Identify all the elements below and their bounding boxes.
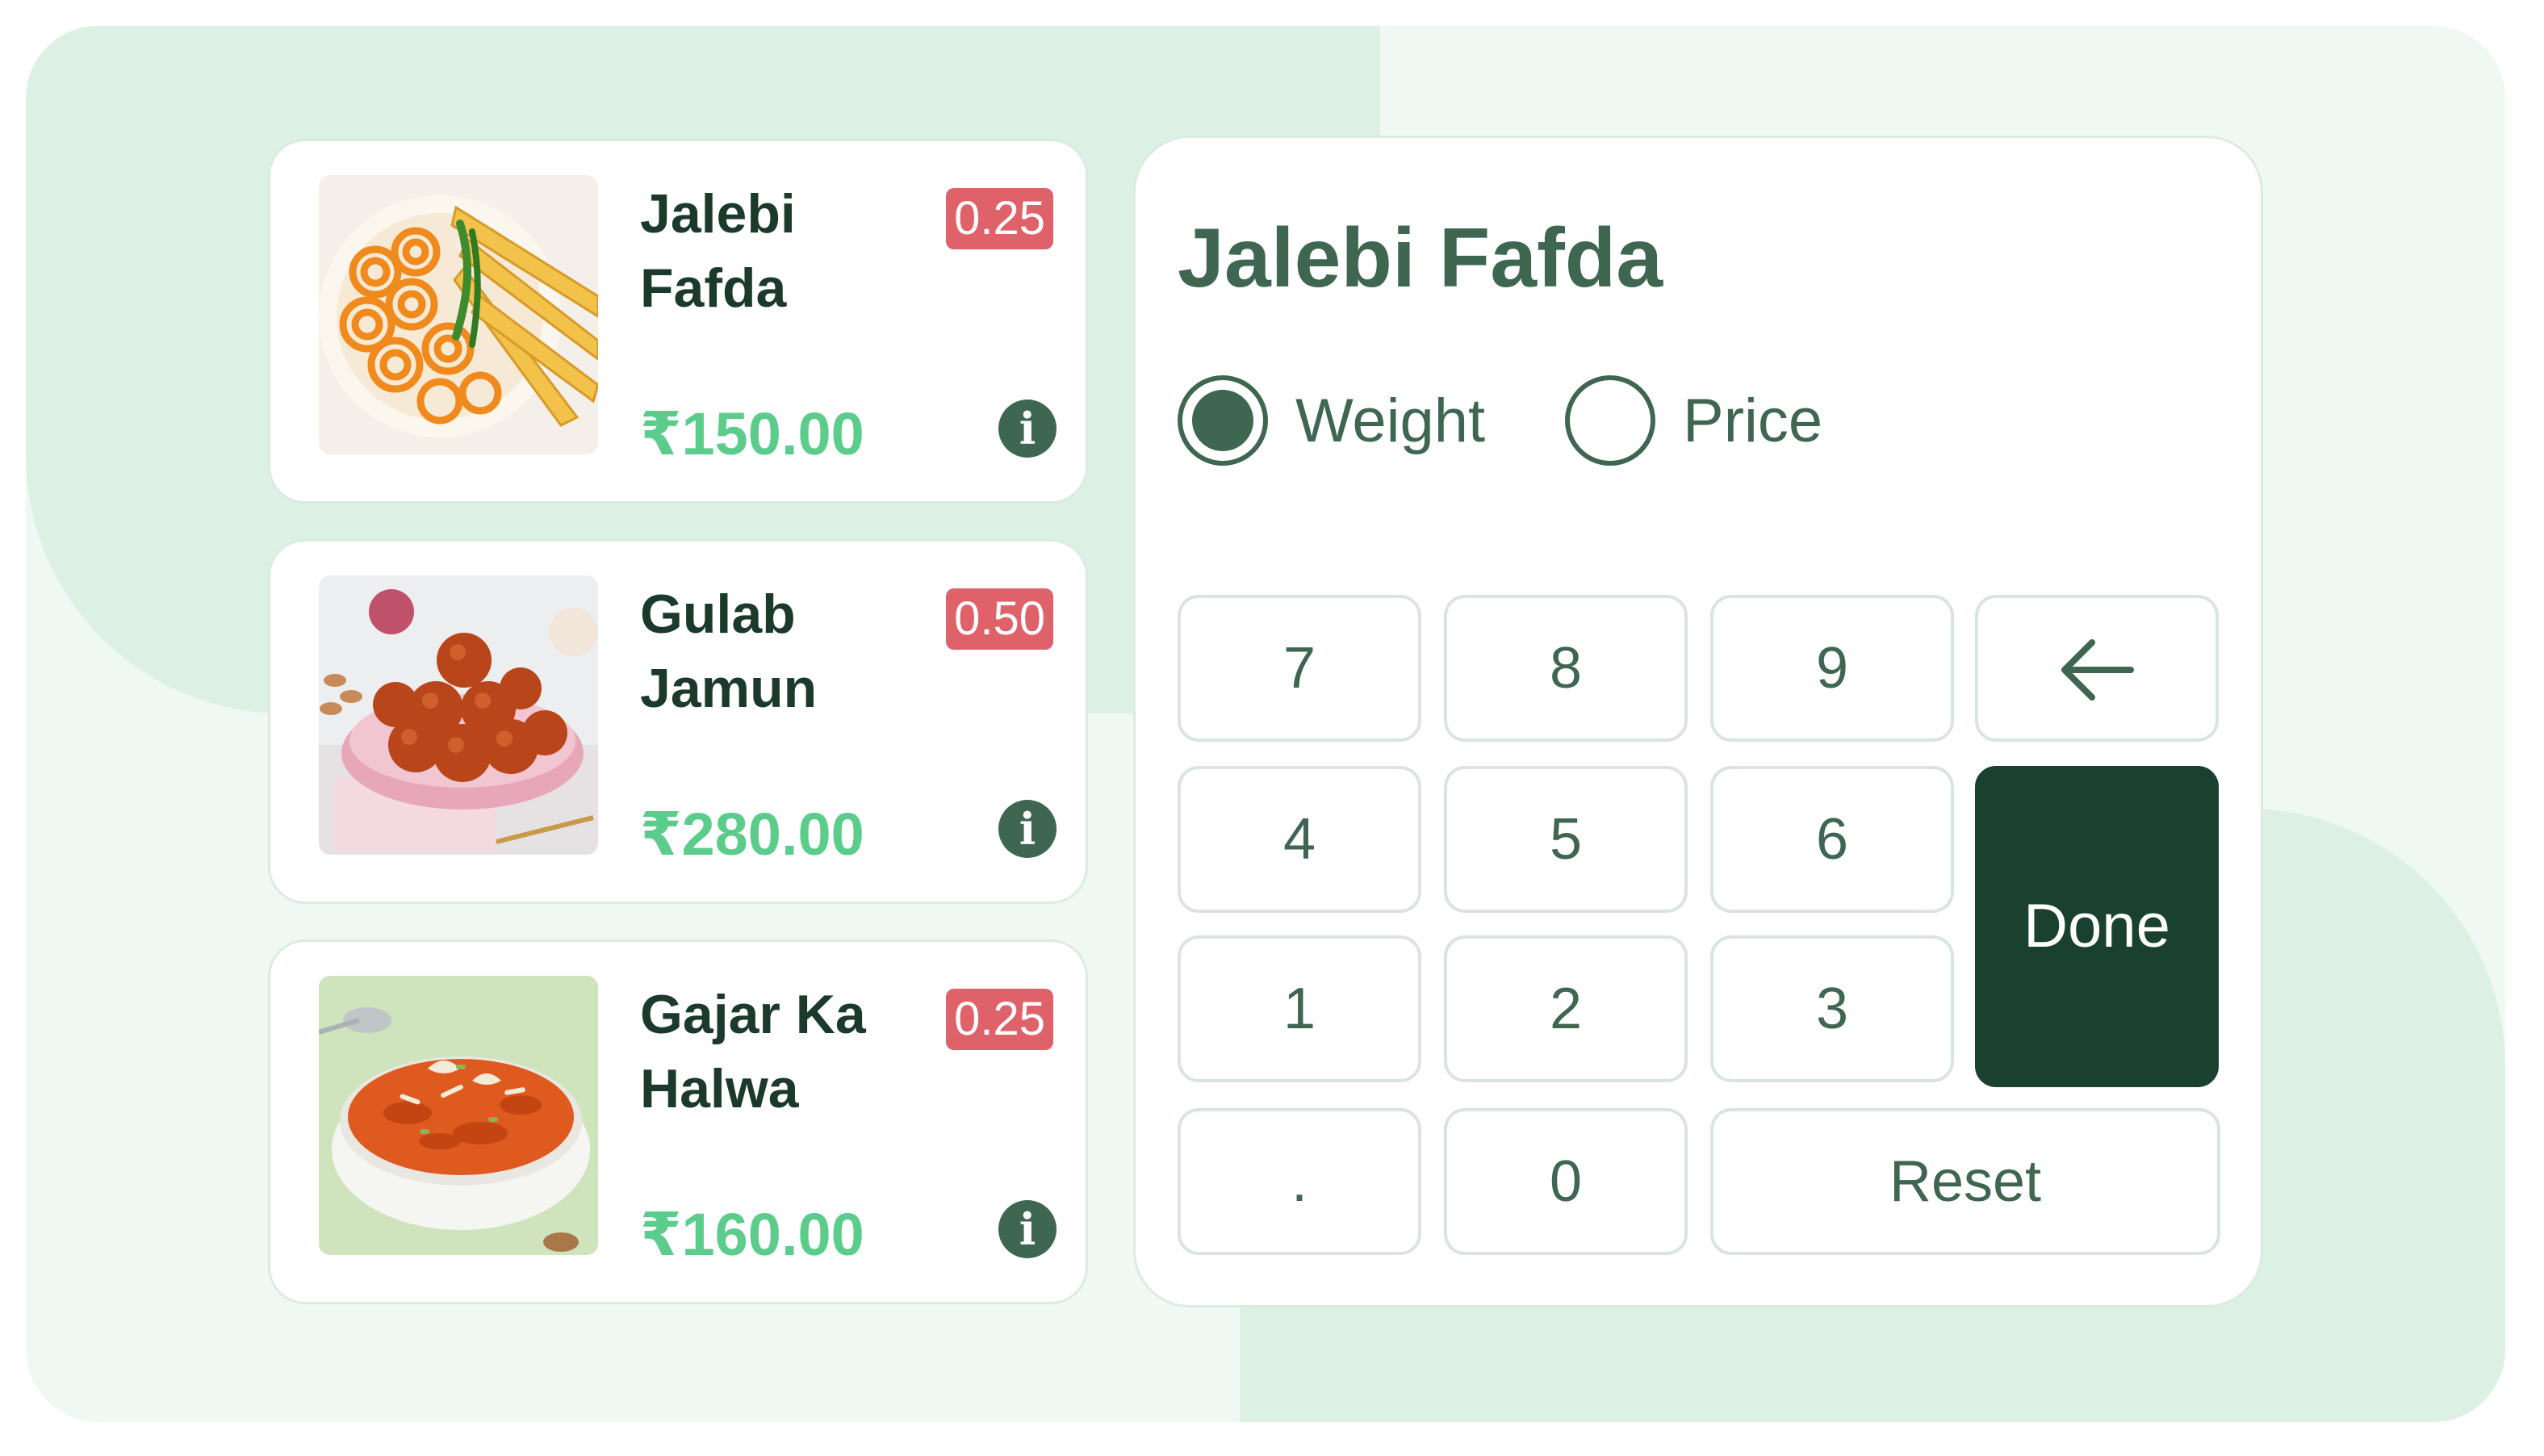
quantity-badge: 0.25 (946, 188, 1053, 249)
product-name: Gajar Ka Halwa (640, 977, 947, 1126)
radio-selected-dot (1192, 390, 1253, 451)
product-price: ₹160.00 (640, 1201, 864, 1268)
backspace-button[interactable] (1975, 595, 2219, 742)
key-7[interactable]: 7 (1178, 595, 1421, 742)
key-1[interactable]: 1 (1178, 935, 1421, 1082)
keypad-title: Jalebi Fafda (1178, 211, 1663, 305)
product-name-line: Halwa (640, 1058, 799, 1119)
key-0[interactable]: 0 (1444, 1108, 1688, 1255)
product-price: ₹150.00 (640, 400, 864, 467)
quantity-badge: 0.50 (946, 588, 1053, 650)
done-button[interactable]: Done (1975, 766, 2219, 1087)
arrow-left-icon (2061, 639, 2134, 701)
product-card-jalebi-fafda[interactable]: Jalebi Fafda 0.25 ₹150.00 i (268, 139, 1088, 504)
radio-label: Weight (1295, 386, 1486, 455)
product-name-line: Fafda (640, 257, 787, 319)
product-name: Jalebi Fafda (640, 177, 947, 325)
product-name-line: Gulab (640, 584, 796, 645)
product-image-jalebi-fafda (319, 175, 598, 454)
radio-label: Price (1683, 386, 1823, 455)
product-name: Gulab Jamun (640, 577, 947, 726)
product-card-gulab-jamun[interactable]: Gulab Jamun 0.50 ₹280.00 i (268, 539, 1088, 904)
radio-circle[interactable] (1565, 375, 1655, 466)
radio-circle[interactable] (1178, 375, 1268, 466)
quantity-keypad-panel: Jalebi Fafda Weight Price 7 8 9 4 5 6 Do… (1133, 136, 2263, 1307)
reset-button[interactable]: Reset (1710, 1108, 2220, 1255)
key-2[interactable]: 2 (1444, 935, 1688, 1082)
product-name-line: Jalebi (640, 183, 796, 245)
key-9[interactable]: 9 (1710, 595, 1954, 742)
info-icon[interactable]: i (998, 1200, 1057, 1258)
product-image-gulab-jamun (319, 575, 598, 855)
product-price: ₹280.00 (640, 801, 864, 868)
key-3[interactable]: 3 (1710, 935, 1954, 1082)
info-icon[interactable]: i (998, 400, 1057, 458)
quantity-badge: 0.25 (946, 989, 1053, 1050)
product-name-line: Gajar Ka (640, 984, 866, 1045)
key-5[interactable]: 5 (1444, 766, 1688, 913)
info-icon[interactable]: i (998, 800, 1057, 858)
weight-radio[interactable]: Weight (1178, 370, 1485, 471)
key-8[interactable]: 8 (1444, 595, 1688, 742)
product-name-line: Jamun (640, 658, 818, 719)
product-image-gajar-halwa (319, 976, 598, 1255)
key-6[interactable]: 6 (1710, 766, 1954, 913)
price-radio[interactable]: Price (1565, 370, 1822, 471)
key-decimal[interactable]: . (1178, 1108, 1421, 1255)
product-card-gajar-ka-halwa[interactable]: Gajar Ka Halwa 0.25 ₹160.00 i (268, 939, 1088, 1304)
key-4[interactable]: 4 (1178, 766, 1421, 913)
